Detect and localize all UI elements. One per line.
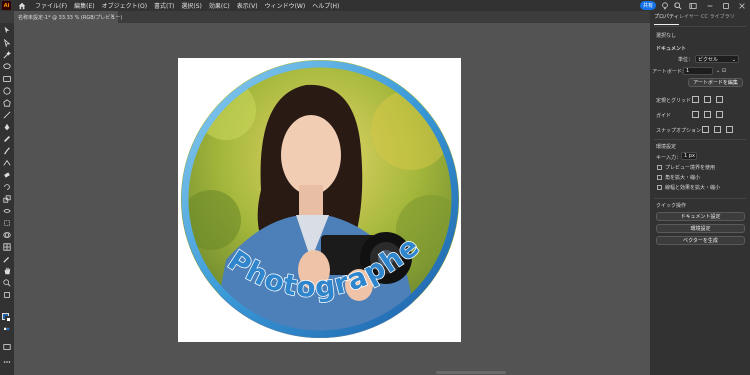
tab-layers[interactable]: レイヤー (679, 13, 699, 25)
preview-bounds-checkbox[interactable] (657, 165, 662, 170)
swap-colors-icon[interactable] (3, 327, 11, 335)
menu-bar: Ai ファイル(F) 編集(E) オブジェクト(O) 書式(T) 選択(S) 効… (0, 0, 750, 11)
artboard-label: アートボード： (652, 69, 687, 75)
document-heading: ドキュメント (656, 46, 687, 52)
shaper-tool-icon[interactable] (3, 159, 11, 169)
magic-wand-tool-icon[interactable] (3, 51, 11, 61)
menu-effect[interactable]: 効果(C) (209, 1, 230, 10)
width-tool-icon[interactable] (3, 207, 11, 217)
tab-properties[interactable]: プロパティ (654, 13, 679, 25)
pixel-grid-icon[interactable] (716, 96, 723, 103)
scale-corners-checkbox[interactable] (657, 175, 662, 180)
scale-tool-icon[interactable] (3, 195, 11, 205)
ellipse-tool-icon[interactable] (3, 87, 11, 97)
menu-type[interactable]: 書式(T) (154, 1, 174, 10)
artboard-value: 1 (686, 68, 690, 74)
menu-view[interactable]: 表示(V) (237, 1, 258, 10)
circular-photo[interactable]: Photographer (181, 60, 459, 338)
rulers-grid-label: 定規とグリッド (656, 98, 692, 104)
show-guides-icon[interactable] (692, 111, 699, 118)
pencil-tool-icon[interactable] (3, 135, 11, 145)
snap-to-point-icon[interactable] (702, 126, 709, 133)
document-tab-title: 名称未設定-1* @ 33.33 % (RGB/プレビュー) (18, 14, 123, 21)
free-transform-tool-icon[interactable] (3, 219, 11, 229)
tab-cc-libraries[interactable]: CC ライブラリ (701, 13, 735, 25)
lightbulb-icon[interactable] (660, 1, 669, 10)
zoom-tool-icon[interactable] (3, 279, 11, 289)
key-increment-label: キー入力： (656, 155, 682, 161)
lasso-tool-icon[interactable] (3, 63, 11, 73)
search-icon[interactable] (673, 1, 682, 10)
quick-actions-heading: クイック操作 (656, 203, 687, 209)
close-window-icon[interactable] (737, 1, 746, 10)
menu-window[interactable]: ウィンドウ(W) (265, 1, 306, 10)
artboard-tool-icon[interactable] (3, 291, 11, 301)
menu-select[interactable]: 選択(S) (181, 1, 202, 10)
workspace-icon[interactable] (688, 1, 697, 10)
mesh-tool-icon[interactable] (3, 243, 11, 253)
horizontal-scrollbar[interactable] (436, 371, 506, 374)
artboard-nav-icon[interactable]: ⌄ ⊡ (716, 68, 726, 74)
preferences-button[interactable]: 環境設定 (656, 224, 745, 233)
unit-value: ピクセル (698, 56, 719, 63)
snap-options-label: スナップオプション (656, 128, 702, 134)
selection-tool-icon[interactable] (3, 26, 11, 36)
tools-panel (0, 23, 14, 375)
grid-icon[interactable] (704, 96, 711, 103)
rulers-icon[interactable] (692, 96, 699, 103)
polygon-tool-icon[interactable] (3, 99, 11, 109)
document-setup-button[interactable]: ドキュメント設定 (656, 212, 745, 221)
scale-corners-label: 角を拡大・縮小 (665, 175, 701, 181)
more-tools-icon[interactable] (3, 359, 11, 366)
unit-select[interactable]: ピクセル ⌄ (695, 55, 739, 63)
maximize-icon[interactable] (721, 1, 730, 10)
lock-guides-icon[interactable] (704, 111, 711, 118)
minimize-icon[interactable] (705, 1, 714, 10)
menu-edit[interactable]: 編集(E) (74, 1, 94, 10)
brush-tool-icon[interactable] (3, 147, 11, 157)
menu-object[interactable]: オブジェクト(O) (102, 1, 147, 10)
eyedropper-tool-icon[interactable] (3, 255, 11, 265)
chevron-down-icon: ⌄ (731, 57, 736, 63)
close-tab-icon[interactable]: × (110, 13, 115, 20)
eraser-tool-icon[interactable] (3, 171, 11, 181)
line-tool-icon[interactable] (3, 111, 11, 121)
scale-strokes-checkbox[interactable] (657, 185, 662, 190)
artboard-select[interactable]: 1 (683, 67, 713, 75)
document-tab-bar: 名称未設定-1* @ 33.33 % (RGB/プレビュー) × (0, 11, 650, 23)
divider (654, 139, 746, 140)
preview-bounds-label: プレビュー境界を使用 (665, 165, 716, 171)
unit-label: 単位： (678, 57, 694, 63)
selection-status: 選択なし (656, 33, 677, 39)
fill-stroke-swatch[interactable] (2, 313, 12, 323)
document-tab[interactable]: 名称未設定-1* @ 33.33 % (RGB/プレビュー) × (14, 11, 122, 23)
key-increment-value: 1 px (684, 153, 695, 159)
pen-tool-icon[interactable] (3, 123, 11, 133)
scale-strokes-label: 線幅と効果を拡大・縮小 (665, 185, 721, 191)
menu-file[interactable]: ファイル(F) (35, 1, 67, 10)
key-increment-input[interactable]: 1 px (681, 152, 697, 160)
preferences-heading: 環境設定 (656, 144, 677, 150)
rectangle-tool-icon[interactable] (3, 76, 11, 82)
guides-label: ガイド (656, 113, 672, 119)
smart-guides-icon[interactable] (716, 111, 723, 118)
edit-artboard-button[interactable]: アートボードを編集 (688, 78, 743, 87)
snap-to-pixel-icon[interactable] (714, 126, 721, 133)
menu-help[interactable]: ヘルプ(H) (312, 1, 339, 10)
divider (654, 198, 746, 199)
snap-to-glyph-icon[interactable] (726, 126, 733, 133)
divider (654, 26, 746, 27)
generate-vectors-button[interactable]: ベクターを生成 (656, 236, 745, 245)
shape-builder-tool-icon[interactable] (3, 231, 11, 241)
hand-tool-icon[interactable] (3, 267, 11, 277)
properties-panel: プロパティ レイヤー CC ライブラリ 選択なし ドキュメント 単位： ピクセル… (650, 11, 750, 375)
rotate-tool-icon[interactable] (3, 183, 11, 193)
direct-selection-tool-icon[interactable] (3, 38, 11, 49)
app-logo: Ai (2, 1, 11, 10)
home-icon[interactable] (17, 1, 26, 10)
screen-mode-icon[interactable] (3, 343, 11, 353)
share-button[interactable]: 共有 (640, 1, 656, 10)
